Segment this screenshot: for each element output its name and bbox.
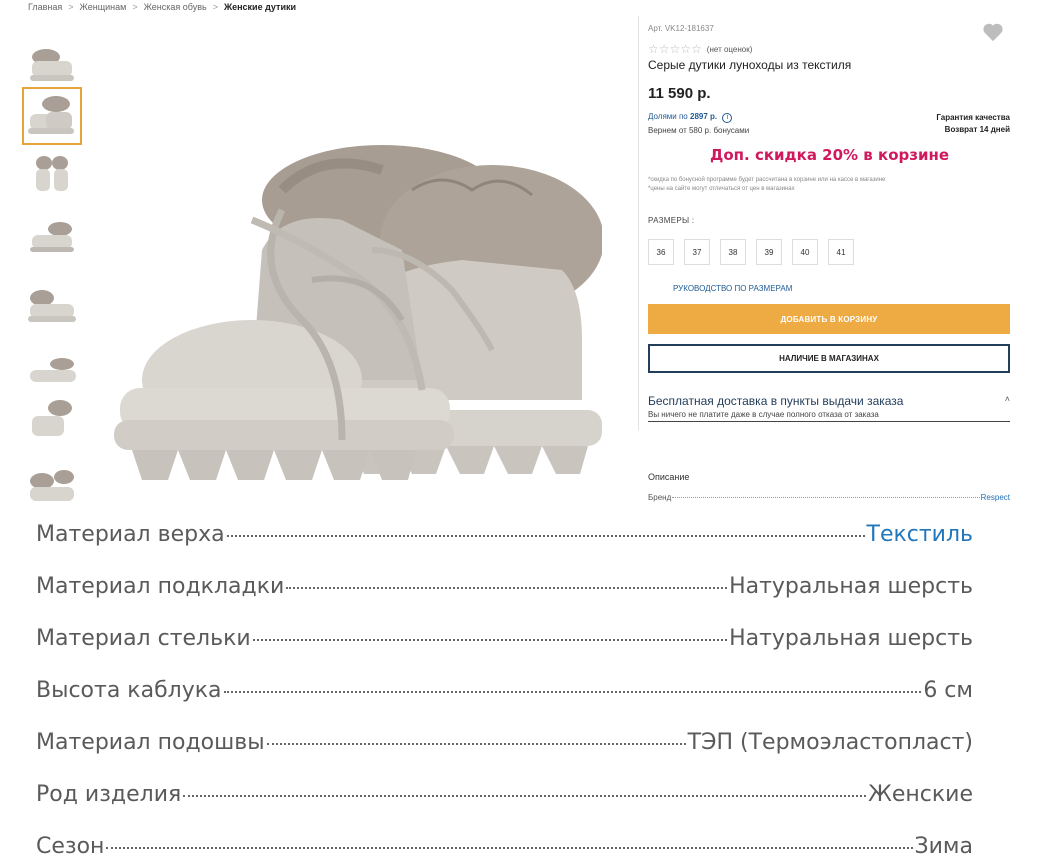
breadcrumb: Главная > Женщинам > Женская обувь > Жен… — [28, 2, 296, 12]
breadcrumb-current: Женские дутики — [223, 2, 297, 12]
dotted-leader — [106, 847, 913, 849]
spec-label: Сезон — [36, 834, 105, 859]
boot-thumbnail-image — [28, 290, 76, 322]
spec-label: Род изделия — [36, 782, 182, 807]
rating[interactable]: ☆☆☆☆☆ (нет оценок) — [648, 42, 752, 56]
brand-link[interactable]: Respect — [981, 493, 1010, 502]
spec-row-gender: Род изделия Женские — [36, 782, 973, 807]
add-to-cart-button[interactable]: ДОБАВИТЬ В КОРЗИНУ — [648, 304, 1010, 334]
boot-thumbnail-image — [30, 358, 76, 382]
boot-thumbnail-image — [30, 49, 74, 81]
delivery-title: Бесплатная доставка в пункты выдачи зака… — [648, 394, 904, 408]
delivery-accordion[interactable]: Бесплатная доставка в пункты выдачи зака… — [648, 394, 1010, 408]
spec-value: 6 см — [923, 678, 973, 703]
size-option-36[interactable]: 36 — [648, 239, 674, 265]
spec-value: Женские — [868, 782, 973, 807]
spec-row-heel-height: Высота каблука 6 см — [36, 678, 973, 703]
thumbnail-5[interactable] — [22, 277, 82, 335]
thumbnail-8[interactable] — [22, 460, 82, 518]
breadcrumb-link-shoes[interactable]: Женская обувь — [144, 2, 207, 12]
size-option-41[interactable]: 41 — [828, 239, 854, 265]
dotted-leader — [286, 587, 728, 589]
sizes-label: РАЗМЕРЫ : — [648, 216, 695, 225]
promo-discount: Доп. скидка 20% в корзине — [710, 146, 949, 164]
thumbnail-2-selected[interactable] — [22, 87, 82, 145]
note-prices: *цены на сайте могут отличаться от цен в… — [648, 186, 795, 192]
product-title: Серые дутики луноходы из текстиля — [648, 58, 852, 72]
return-text: Возврат 14 дней — [944, 125, 1010, 134]
size-option-37[interactable]: 37 — [684, 239, 710, 265]
spec-label: Материал подошвы — [36, 730, 265, 755]
spec-label: Материал верха — [36, 522, 225, 547]
dotted-leader — [183, 795, 867, 797]
installment-info[interactable]: Долями по 2897 р. i — [648, 112, 733, 123]
spec-value-link[interactable]: Текстиль — [867, 522, 974, 547]
chevron-up-icon[interactable]: ˄ — [1005, 394, 1010, 404]
delivery-subtitle: Вы ничего не платите даже в случае полно… — [648, 410, 1010, 422]
dotted-leader — [223, 691, 922, 693]
note-bonus: *скидка по бонусной программе будет расс… — [648, 177, 886, 183]
thumbnail-3[interactable] — [22, 146, 82, 204]
spec-label: Материал стельки — [36, 626, 251, 651]
thumbnail-7[interactable] — [22, 391, 82, 449]
breadcrumb-separator: > — [132, 2, 138, 12]
heart-icon[interactable] — [982, 22, 1004, 42]
breadcrumb-link-women[interactable]: Женщинам — [80, 2, 127, 12]
spec-value: Зима — [914, 834, 973, 859]
star-rating-icon: ☆☆☆☆☆ — [648, 42, 702, 56]
size-option-38[interactable]: 38 — [720, 239, 746, 265]
spec-row-season: Сезон Зима — [36, 834, 973, 859]
info-icon[interactable]: i — [722, 113, 733, 123]
installment-amount: 2897 р. — [690, 112, 718, 121]
guarantee-text: Гарантия качества — [936, 113, 1010, 122]
boot-thumbnail-image — [28, 96, 74, 134]
spec-label: Материал подкладки — [36, 574, 285, 599]
boot-thumbnail-image — [30, 470, 74, 501]
dotted-leader — [672, 497, 980, 498]
bonus-text: Вернем от 580 р. бонусами — [648, 126, 750, 135]
boot-thumbnail-image — [30, 222, 74, 252]
thumbnail-4[interactable] — [22, 208, 82, 266]
dotted-leader — [266, 743, 686, 745]
brand-row: Бренд Respect — [648, 493, 1010, 502]
spec-value: ТЭП (Термоэластопласт) — [687, 730, 973, 755]
brand-label: Бренд — [648, 493, 672, 502]
dotted-leader — [252, 639, 728, 641]
spec-label: Высота каблука — [36, 678, 222, 703]
breadcrumb-separator: > — [68, 2, 74, 12]
price-notes: *скидка по бонусной программе будет расс… — [648, 176, 885, 194]
spec-value: Натуральная шерсть — [729, 626, 973, 651]
dotted-leader — [226, 535, 865, 537]
spec-row-sole: Материал подошвы ТЭП (Термоэластопласт) — [36, 730, 973, 755]
thumbnail-1[interactable] — [22, 36, 82, 94]
divider — [638, 16, 639, 430]
size-option-40[interactable]: 40 — [792, 239, 818, 265]
product-main-image[interactable] — [112, 130, 602, 505]
guarantee-block: Гарантия качества Возврат 14 дней — [936, 112, 1010, 136]
size-option-39[interactable]: 39 — [756, 239, 782, 265]
installment-prefix: Долями по — [648, 112, 688, 121]
spec-value: Натуральная шерсть — [729, 574, 973, 599]
breadcrumb-separator: > — [212, 2, 218, 12]
size-selector: 36 37 38 39 40 41 — [648, 239, 854, 265]
description-heading: Описание — [648, 472, 690, 482]
rating-count: (нет оценок) — [706, 44, 753, 54]
boot-thumbnail-image — [36, 156, 68, 191]
size-guide-link[interactable]: РУКОВОДСТВО ПО РАЗМЕРАМ — [673, 284, 792, 293]
product-price: 11 590 р. — [648, 85, 711, 102]
spec-row-insole: Материал стельки Натуральная шерсть — [36, 626, 973, 651]
article-number: Арт. VK12-181637 — [648, 24, 714, 33]
spec-row-upper-material: Материал верха Текстиль — [36, 522, 973, 547]
spec-row-lining: Материал подкладки Натуральная шерсть — [36, 574, 973, 599]
boot-thumbnail-image — [32, 400, 72, 436]
store-availability-button[interactable]: НАЛИЧИЕ В МАГАЗИНАХ — [648, 344, 1010, 373]
breadcrumb-link-home[interactable]: Главная — [28, 2, 62, 12]
